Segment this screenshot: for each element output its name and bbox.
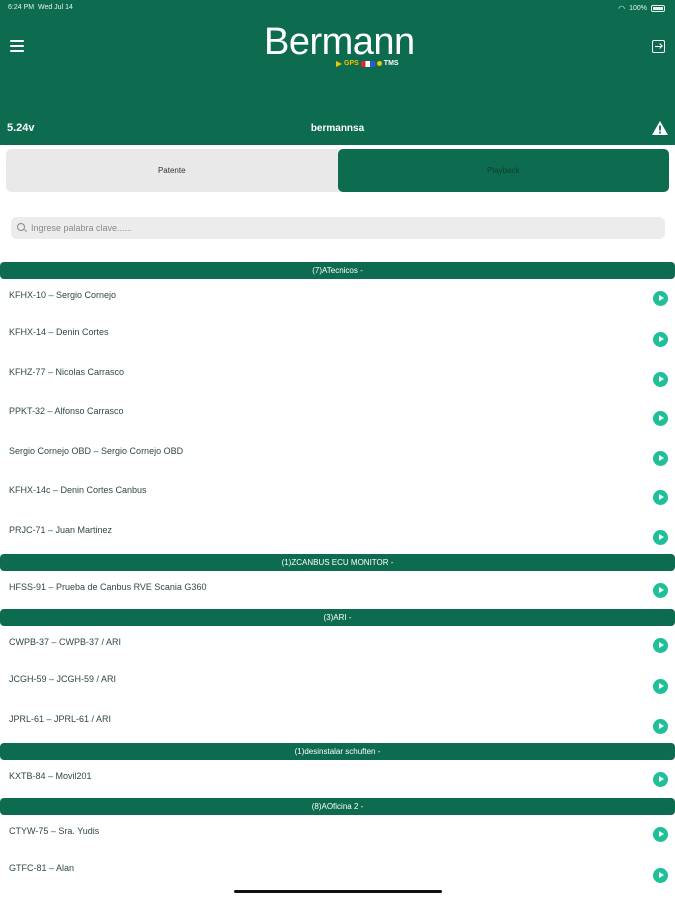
bermann-logo: Bermann GPS TMS xyxy=(264,21,415,72)
play-icon[interactable] xyxy=(653,529,668,545)
battery-icon xyxy=(651,5,665,12)
group-header: (3)ARI - xyxy=(0,609,675,626)
list-item[interactable]: PPKT-32 – Alfonso Carrasco xyxy=(0,396,675,436)
vehicle-label: Sergio Cornejo OBD – Sergio Cornejo OBD xyxy=(9,445,184,456)
logo-text: Bermann xyxy=(264,21,415,63)
logout-icon[interactable] xyxy=(652,40,665,53)
username: bermannsa xyxy=(310,123,365,134)
group-header: (1)ZCANBUS ECU MONITOR - xyxy=(0,554,675,571)
app-root: 6:24 PM Wed Jul 14 ◠ 100% Bermann GPS TM… xyxy=(0,0,675,900)
status-date: Wed Jul 14 xyxy=(37,4,73,11)
play-icon[interactable] xyxy=(653,827,668,842)
vehicle-label: KXTB-84 – Movil201 xyxy=(9,771,92,781)
vehicle-list: (7)ATecnicos - KFHX-10 – Sergio Cornejo KF… xyxy=(0,262,675,893)
play-icon[interactable] xyxy=(653,291,668,306)
logo-tms-label: TMS xyxy=(383,60,399,67)
list-item[interactable]: Sergio Cornejo OBD – Sergio Cornejo OBD xyxy=(0,435,675,475)
play-icon[interactable] xyxy=(653,772,668,787)
mode-tabs: Patente Playback xyxy=(6,149,669,192)
play-icon[interactable] xyxy=(653,868,668,883)
logo-triangle-icon xyxy=(336,60,342,67)
group-header: (7)ATecnicos - xyxy=(0,262,675,279)
group-header: (8)AOficina 2 - xyxy=(0,798,675,815)
list-item[interactable]: KFHZ-77 – Nicolas Carrasco xyxy=(0,356,675,396)
tab-patente[interactable]: Patente xyxy=(6,149,338,192)
list-item[interactable]: CWPB-37 – CWPB-37 / ARI xyxy=(0,626,675,664)
list-item[interactable]: JPRL-61 – JPRL-61 / ARI xyxy=(0,703,675,743)
vehicle-label: HFSS-91 – Prueba de Canbus RVE Scania G3… xyxy=(9,582,207,592)
status-time-date: 6:24 PM Wed Jul 14 xyxy=(8,4,73,11)
logo-pin-icon xyxy=(376,61,382,66)
status-bar: 6:24 PM Wed Jul 14 ◠ 100% xyxy=(0,0,675,16)
play-icon[interactable] xyxy=(653,411,668,426)
list-item[interactable]: KFHX-10 – Sergio Cornejo xyxy=(0,279,675,317)
tab-playback[interactable]: Playback xyxy=(337,149,669,192)
status-indicators: ◠ 100% xyxy=(618,4,665,13)
warning-icon[interactable] xyxy=(651,120,669,136)
list-item[interactable]: HFSS-91 – Prueba de Canbus RVE Scania G3… xyxy=(0,571,675,609)
list-item[interactable]: KXTB-84 – Movil201 xyxy=(0,760,675,798)
vehicle-label: KFHX-14 – Denin Cortes xyxy=(9,327,109,337)
vehicle-label: GTFC-81 – Alan xyxy=(9,863,75,873)
vehicle-label: CTYW-75 – Sra. Yudis xyxy=(9,826,100,836)
list-item[interactable]: KFHX-14c – Denin Cortes Canbus xyxy=(0,475,675,515)
search-bar xyxy=(11,217,665,239)
list-item[interactable]: PRJC-71 – Juan Martinez xyxy=(0,514,675,554)
battery-percent: 100% xyxy=(629,5,647,12)
logo-gps-label: GPS xyxy=(344,60,359,67)
home-indicator xyxy=(234,890,442,893)
play-icon[interactable] xyxy=(653,583,668,598)
search-input[interactable] xyxy=(31,223,631,233)
vehicle-label: JCGH-59 – JCGH-59 / ARI xyxy=(9,674,117,684)
play-icon[interactable] xyxy=(653,490,668,505)
play-icon[interactable] xyxy=(653,638,668,653)
play-icon[interactable] xyxy=(653,450,668,466)
app-header: 6:24 PM Wed Jul 14 ◠ 100% Bermann GPS TM… xyxy=(0,0,675,145)
logo-subtitle: GPS TMS xyxy=(336,60,399,67)
play-icon[interactable] xyxy=(653,718,668,734)
hamburger-menu-icon[interactable] xyxy=(10,40,24,52)
vehicle-label: PPKT-32 – Alfonso Carrasco xyxy=(9,406,124,416)
status-time: 6:24 PM xyxy=(8,4,35,11)
logo-flag-icon xyxy=(360,60,375,67)
vehicle-label: KFHX-14c – Denin Cortes Canbus xyxy=(9,485,147,495)
play-icon[interactable] xyxy=(653,679,668,694)
search-icon xyxy=(17,223,27,233)
wifi-icon: ◠ xyxy=(618,4,626,13)
list-item[interactable]: KFHX-14 – Denin Cortes xyxy=(0,317,675,357)
list-item[interactable]: GTFC-81 – Alan xyxy=(0,853,675,893)
vehicle-label: KFHZ-77 – Nicolas Carrasco xyxy=(9,366,125,377)
vehicle-label: PRJC-71 – Juan Martinez xyxy=(9,524,113,535)
play-icon[interactable] xyxy=(653,371,668,387)
group-header: (1)desinstalar schuften - xyxy=(0,743,675,760)
vehicle-label: KFHX-10 – Sergio Cornejo xyxy=(9,290,117,300)
vehicle-label: JPRL-61 – JPRL-61 / ARI xyxy=(9,713,112,724)
play-icon[interactable] xyxy=(653,332,668,347)
list-item[interactable]: JCGH-59 – JCGH-59 / ARI xyxy=(0,664,675,704)
vehicle-label: CWPB-37 – CWPB-37 / ARI xyxy=(9,637,122,647)
list-item[interactable]: CTYW-75 – Sra. Yudis xyxy=(0,815,675,853)
